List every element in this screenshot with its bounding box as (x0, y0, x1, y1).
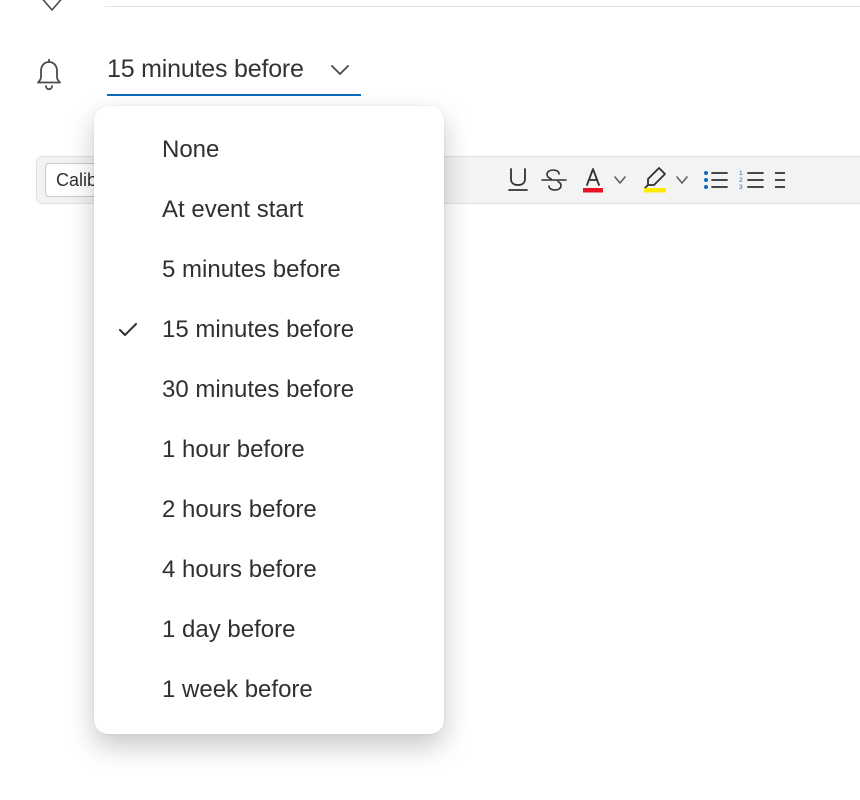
reminder-option-none[interactable]: None (94, 120, 444, 180)
numbered-list-icon: 1 2 3 (739, 169, 765, 191)
reminder-option-at-start[interactable]: At event start (94, 180, 444, 240)
reminder-row: 15 minutes before (0, 55, 860, 100)
section-divider (105, 6, 860, 7)
reminder-option-label: 5 minutes before (162, 256, 341, 284)
reminder-option-label: 2 hours before (162, 496, 317, 524)
reminder-option-15-min[interactable]: 15 minutes before (94, 300, 444, 360)
toolbar-overflow-button[interactable] (773, 165, 787, 195)
reminder-dropdown[interactable]: 15 minutes before (107, 55, 361, 96)
reminder-option-label: At event start (162, 196, 303, 224)
reminder-option-1-week[interactable]: 1 week before (94, 660, 444, 720)
more-icon (775, 169, 785, 191)
location-outline-chevron-icon (38, 0, 66, 16)
reminder-option-30-min[interactable]: 30 minutes before (94, 360, 444, 420)
reminder-option-label: 1 hour before (162, 436, 305, 464)
reminder-option-label: 4 hours before (162, 556, 317, 584)
reminder-option-4-hours[interactable]: 4 hours before (94, 540, 444, 600)
chevron-down-icon (329, 63, 351, 77)
highlight-color-swatch (644, 188, 666, 193)
numbered-list-button[interactable]: 1 2 3 (737, 165, 767, 195)
checkmark-icon (118, 322, 138, 338)
font-color-icon (579, 166, 607, 194)
highlighter-icon (640, 166, 670, 194)
underline-icon (507, 167, 529, 193)
reminder-option-label: None (162, 136, 219, 164)
reminder-option-5-min[interactable]: 5 minutes before (94, 240, 444, 300)
svg-text:2: 2 (739, 177, 743, 184)
reminder-option-label: 15 minutes before (162, 316, 354, 344)
reminder-option-label: 30 minutes before (162, 376, 354, 404)
reminder-selected-label: 15 minutes before (107, 55, 304, 84)
highlight-color-button[interactable] (637, 165, 673, 195)
underline-button[interactable] (503, 165, 533, 195)
font-color-caret[interactable] (613, 175, 627, 185)
previous-section-row (0, 0, 860, 20)
reminder-option-2-hours[interactable]: 2 hours before (94, 480, 444, 540)
reminder-options-menu: None At event start 5 minutes before 15 … (94, 106, 444, 734)
font-color-button[interactable] (575, 165, 611, 195)
reminder-option-label: 1 week before (162, 676, 313, 704)
font-family-label: Calib (56, 170, 97, 191)
svg-text:1: 1 (739, 170, 743, 177)
svg-text:3: 3 (739, 184, 743, 191)
bulleted-list-icon (703, 169, 729, 191)
highlight-color-caret[interactable] (675, 175, 689, 185)
font-color-swatch (583, 188, 603, 193)
reminder-option-1-hour[interactable]: 1 hour before (94, 420, 444, 480)
reminder-option-1-day[interactable]: 1 day before (94, 600, 444, 660)
strikethrough-button[interactable] (539, 165, 569, 195)
bulleted-list-button[interactable] (701, 165, 731, 195)
bell-icon (34, 59, 64, 91)
reminder-option-label: 1 day before (162, 616, 295, 644)
strikethrough-icon (541, 169, 567, 191)
